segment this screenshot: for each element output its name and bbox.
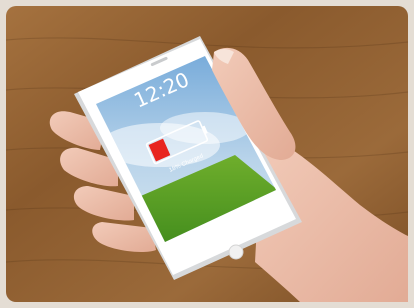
home-button	[228, 244, 244, 260]
photo-frame: 12:20 18% Charged	[0, 0, 414, 308]
photo-scene: 12:20 18% Charged	[0, 0, 414, 308]
